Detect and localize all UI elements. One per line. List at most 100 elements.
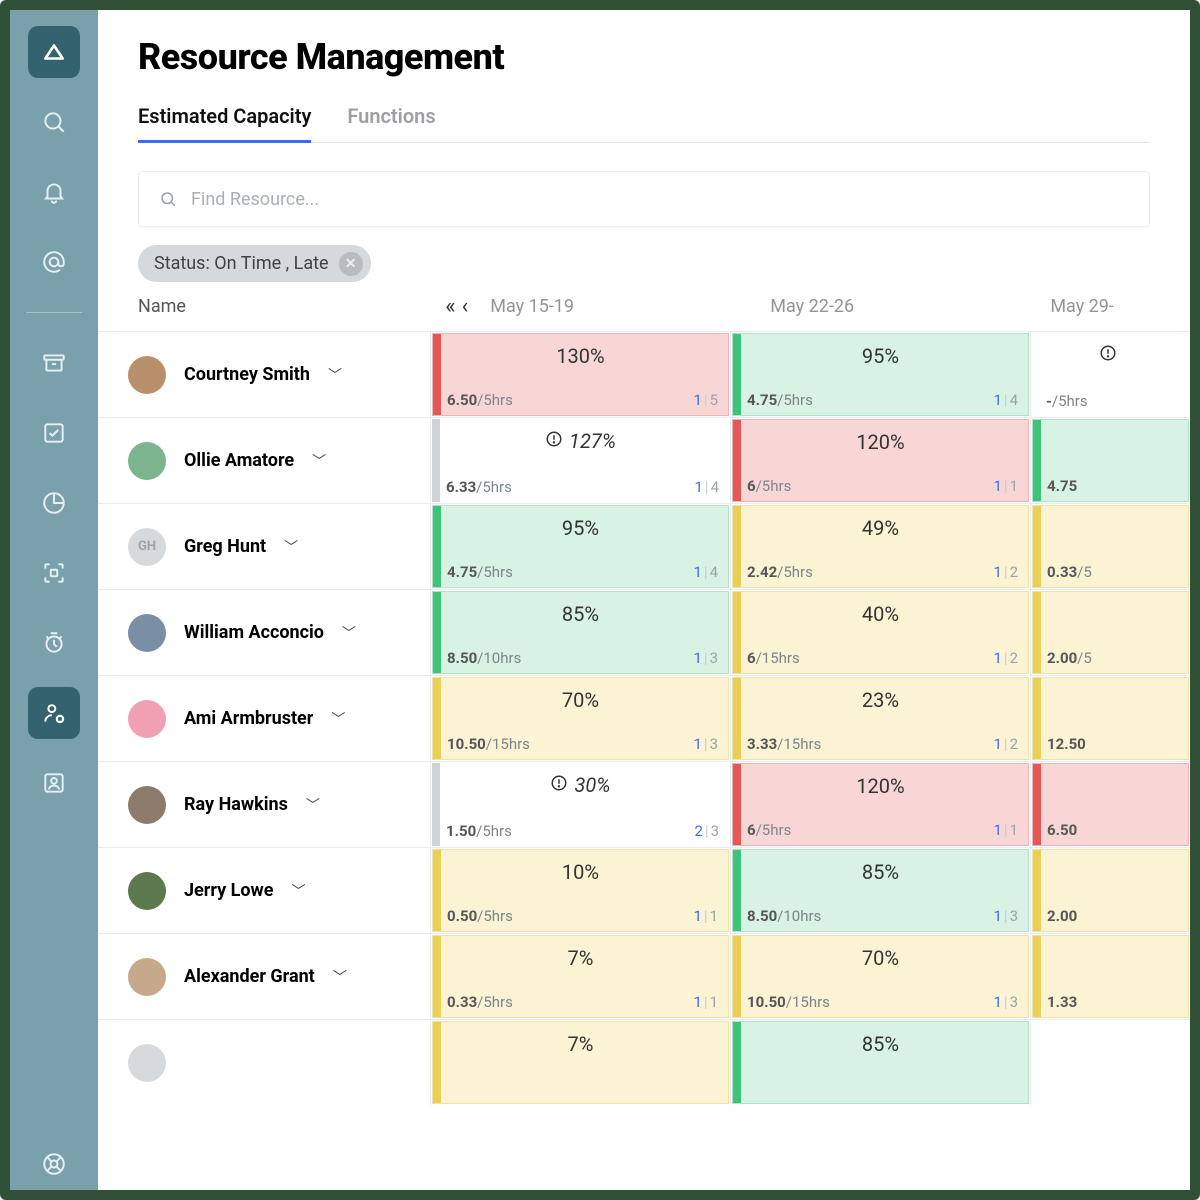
chevron-down-icon[interactable]: ﹀ [331,709,345,729]
capacity-cell[interactable]: 1.33 [1030,934,1190,1019]
count-label: 1|1 [693,907,718,925]
status-stripe [733,678,741,759]
search-icon[interactable] [28,96,80,148]
person-cell[interactable]: Courtney Smith ﹀ [98,332,430,417]
capacity-cell[interactable]: 120%6/5hrs1|1 [730,418,1030,503]
capacity-cell[interactable]: 0.33/5 [1030,504,1190,589]
app-logo[interactable] [28,26,80,78]
hours-label: 6/5hrs [747,477,791,495]
date-column-2: May 22-26 [760,296,1040,317]
person-cell[interactable]: Ollie Amatore﹀ [98,418,430,503]
person-name: Courtney Smith [184,364,310,385]
capacity-cell[interactable]: 85%8.50/10hrs1|3 [430,590,730,675]
capacity-cell[interactable]: 85% [730,1020,1030,1105]
tab-functions[interactable]: Functions [347,96,435,142]
capacity-cell[interactable]: 70%10.50/15hrs1|3 [730,934,1030,1019]
chart-icon[interactable] [28,477,80,529]
hours-label: 2.00/5 [1047,649,1092,667]
person-cell[interactable]: Alexander Grant﹀ [98,934,430,1019]
capacity-cell[interactable]: 23%3.33/15hrs1|2 [730,676,1030,761]
person-cell[interactable] [98,1020,430,1105]
chevron-down-icon[interactable]: ﹀ [284,537,298,557]
count-label: 1|2 [993,563,1018,581]
contacts-icon[interactable] [28,757,80,809]
capacity-cell[interactable]: 4.75 [1030,418,1190,503]
capacity-percent: 10% [433,850,728,884]
capacity-cell[interactable]: 12.50 [1030,676,1190,761]
person-cell[interactable]: William Acconcio﹀ [98,590,430,675]
capacity-percent [1033,420,1188,430]
status-stripe [733,592,741,673]
avatar [128,786,166,824]
capacity-cell[interactable]: 7% [430,1020,730,1105]
capacity-cell[interactable]: -/5hrs [1030,332,1190,417]
capacity-cell[interactable]: 127%6.33/5hrs1|4 [430,418,730,503]
capacity-cell[interactable]: 10%0.50/5hrs1|1 [430,848,730,933]
person-cell[interactable]: GHGreg Hunt﹀ [98,504,430,589]
tab-estimated-capacity[interactable]: Estimated Capacity [138,96,311,143]
chevron-down-icon[interactable]: ﹀ [292,881,306,901]
search-bar[interactable] [138,171,1150,227]
capacity-cell[interactable]: 30%1.50/5hrs2|3 [430,762,730,847]
sidebar [10,10,98,1190]
chevron-down-icon[interactable]: ﹀ [328,365,342,385]
resource-row: Alexander Grant﹀7%0.33/5hrs1|170%10.50/1… [98,933,1190,1019]
chevron-down-icon[interactable]: ﹀ [306,795,320,815]
chevron-down-icon[interactable]: ﹀ [312,451,326,471]
grid-header: Name « ‹ May 15-19 May 22-26 May 29- [98,282,1190,331]
capacity-percent [1033,592,1188,602]
capacity-cell[interactable]: 95%4.75/5hrs1|4 [730,332,1030,417]
capacity-cell[interactable]: 7%0.33/5hrs1|1 [430,934,730,1019]
date-column-1: May 15-19 [480,296,760,317]
date-column-3: May 29- [1040,296,1190,317]
hours-label: 8.50/10hrs [447,649,521,667]
tasks-icon[interactable] [28,407,80,459]
pager-first-icon[interactable]: « [445,294,455,319]
person-cell[interactable]: Ray Hawkins﹀ [98,762,430,847]
timer-icon[interactable] [28,617,80,669]
capacity-percent: 40% [733,592,1028,626]
capacity-cell[interactable]: 6.50 [1030,762,1190,847]
capacity-percent [1033,678,1188,688]
hours-label: 6/15hrs [747,649,800,667]
capacity-cell[interactable]: 95%4.75/5hrs1|4 [430,504,730,589]
capacity-cell[interactable]: 2.00/5 [1030,590,1190,675]
pager-prev-icon[interactable]: ‹ [462,294,469,319]
mention-icon[interactable] [28,236,80,288]
status-stripe [433,592,441,673]
chevron-down-icon[interactable]: ﹀ [333,967,347,987]
filter-chip-status[interactable]: Status: On Time , Late ✕ [138,245,371,282]
hours-label: 0.33/5 [1047,563,1092,581]
capacity-cell[interactable]: 130%6.50/5hrs1|5 [430,332,730,417]
help-icon[interactable] [28,1138,80,1190]
search-input[interactable] [191,189,1129,210]
alert-icon [550,773,568,797]
capacity-percent: 95% [733,334,1028,368]
capacity-cell[interactable]: 49% 2.42/5hrs 1|2 [730,504,1030,589]
capacity-percent [1033,506,1188,516]
capacity-cell[interactable]: 40%6/15hrs1|2 [730,590,1030,675]
bell-icon[interactable] [28,166,80,218]
capacity-cell[interactable]: 70%10.50/15hrs1|3 [430,676,730,761]
status-stripe [433,678,441,759]
capacity-cell[interactable]: 120%6/5hrs1|1 [730,762,1030,847]
count-label: 1|1 [693,993,718,1011]
person-name: Greg Hunt [184,536,266,557]
person-cell[interactable]: Ami Armbruster﹀ [98,676,430,761]
person-cell[interactable]: Jerry Lowe﹀ [98,848,430,933]
chevron-down-icon[interactable]: ﹀ [342,623,356,643]
status-stripe [1033,506,1041,587]
capacity-percent [1033,850,1188,860]
resource-icon[interactable] [28,687,80,739]
hours-label: 2.00 [1047,907,1077,925]
capacity-cell[interactable]: 2.00 [1030,848,1190,933]
capacity-percent: 49% [733,506,1028,540]
capture-icon[interactable] [28,547,80,599]
hours-label: 0.33/5hrs [447,993,513,1011]
archive-icon[interactable] [28,337,80,389]
capacity-percent [1033,764,1188,774]
capacity-cell[interactable] [1030,1020,1190,1105]
capacity-cell[interactable]: 85%8.50/10hrs1|3 [730,848,1030,933]
close-icon[interactable]: ✕ [339,252,363,276]
hours-label: 2.42/5hrs [747,563,813,581]
